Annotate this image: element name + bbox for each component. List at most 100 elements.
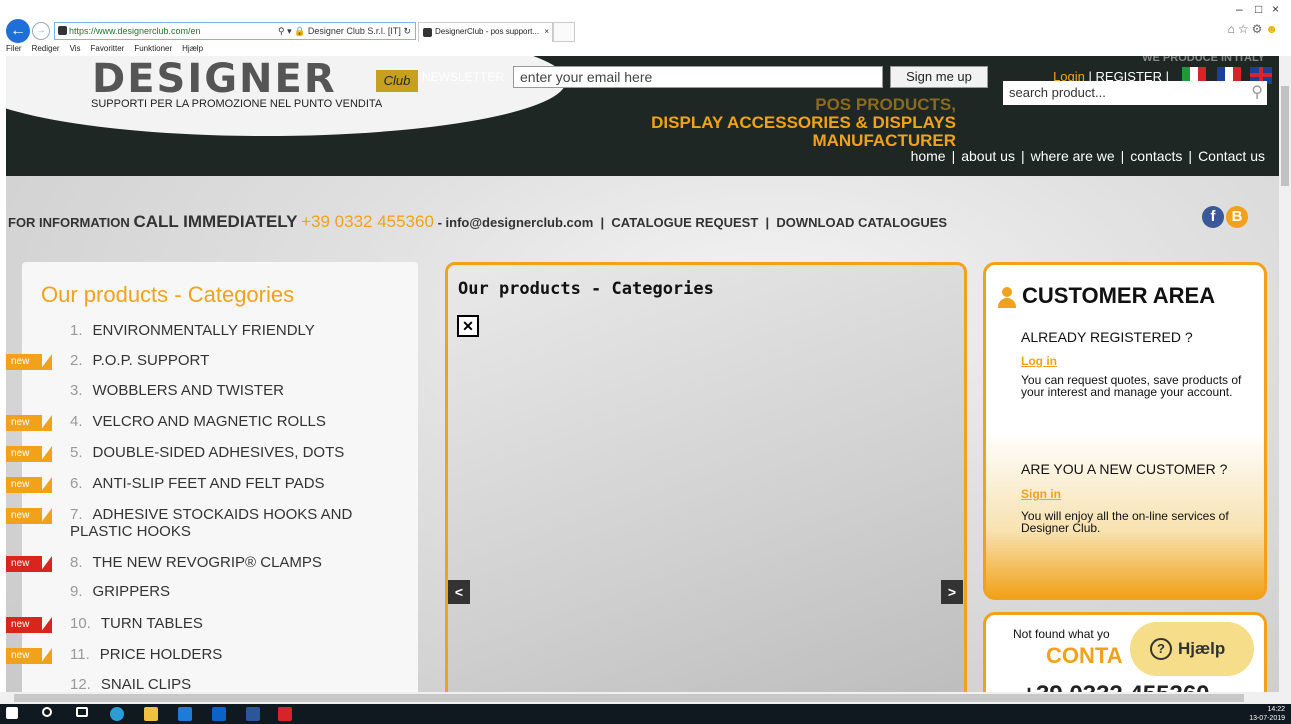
maximize-button[interactable]: □ xyxy=(1255,2,1262,16)
acrobat-icon[interactable] xyxy=(278,707,292,721)
browser-tab[interactable]: DesignerClub - pos support... × xyxy=(418,22,553,42)
slider-next-button[interactable]: > xyxy=(941,580,963,604)
facebook-icon[interactable]: f xyxy=(1202,206,1224,228)
category-item[interactable]: 10. TURN TABLES xyxy=(70,615,203,632)
contact-small-text: Not found what yo xyxy=(1013,627,1110,641)
task-view-icon[interactable] xyxy=(76,707,88,717)
horizontal-scrollbar[interactable] xyxy=(0,692,1291,704)
category-item-continued[interactable]: PLASTIC HOOKS xyxy=(70,523,191,540)
close-icon[interactable]: ✕ xyxy=(457,315,479,337)
we-produce-text: WE PRODUCE IN ITALY xyxy=(1142,56,1265,64)
category-item[interactable]: 1. ENVIRONMENTALLY FRIENDLY xyxy=(70,322,315,339)
download-catalogues-link[interactable]: DOWNLOAD CATALOGUES xyxy=(776,215,947,230)
minimize-button[interactable]: – xyxy=(1236,2,1243,16)
new-tab-button[interactable] xyxy=(553,22,575,42)
windows-start-icon[interactable] xyxy=(6,707,18,719)
help-button[interactable]: ? Hjælp xyxy=(1130,622,1254,676)
back-button[interactable]: ← xyxy=(6,19,30,43)
logo-subtitle: SUPPORTI PER LA PROMOZIONE NEL PUNTO VEN… xyxy=(91,98,383,110)
site-header: DESIGNER Club SUPPORTI PER LA PROMOZIONE… xyxy=(6,56,1279,176)
category-item[interactable]: 3. WOBBLERS AND TWISTER xyxy=(70,382,284,399)
info-email-link[interactable]: info@designerclub.com xyxy=(446,215,594,230)
info-bar: FOR INFORMATION CALL IMMEDIATELY +39 033… xyxy=(8,212,948,231)
new-customer-text: You will enjoy all the on-line services … xyxy=(1021,509,1229,535)
smiley-icon[interactable]: ☻ xyxy=(1265,22,1281,36)
new-badge: new xyxy=(6,354,52,370)
info-phone[interactable]: +39 0332 455360 xyxy=(301,212,434,231)
signin-link[interactable]: Sign in xyxy=(1021,487,1061,501)
tab-close-icon[interactable]: × xyxy=(544,23,549,41)
new-badge: new xyxy=(6,415,52,431)
nav-about-us[interactable]: about us xyxy=(961,148,1015,164)
nav-contact-us[interactable]: Contact us xyxy=(1198,148,1265,164)
web-page: DESIGNER Club SUPPORTI PER LA PROMOZIONE… xyxy=(6,56,1279,692)
new-badge: new xyxy=(6,446,52,462)
lock-icon: 🔒 xyxy=(294,26,306,36)
blogger-icon[interactable]: B xyxy=(1226,206,1248,228)
favorites-icon[interactable]: ☆ xyxy=(1238,22,1252,36)
menu-item-file[interactable]: Filer xyxy=(6,44,22,53)
logo-club: Club xyxy=(376,70,418,92)
category-item[interactable]: 12. SNAIL CLIPS xyxy=(70,676,191,692)
refresh-icon[interactable]: ↻ xyxy=(403,26,411,36)
close-window-button[interactable]: × xyxy=(1272,2,1279,16)
vertical-scrollbar[interactable] xyxy=(1279,56,1291,692)
menu-item-tools[interactable]: Funktioner xyxy=(134,44,172,53)
search-icon[interactable]: ⚲ ▾ xyxy=(278,26,292,36)
category-item[interactable]: 9. GRIPPERS xyxy=(70,583,170,600)
contact-phone[interactable]: +39 0332 455360 xyxy=(1022,681,1210,692)
slider-prev-button[interactable]: < xyxy=(448,580,470,604)
toolbar-icons: ⌂☆⚙☻ xyxy=(1228,22,1281,36)
catalogue-request-link[interactable]: CATALOGUE REQUEST xyxy=(611,215,758,230)
favicon-icon xyxy=(58,26,67,35)
already-registered-heading: ALREADY REGISTERED ? xyxy=(1021,329,1193,345)
search-icon[interactable]: ⚲ xyxy=(1251,81,1263,105)
word-icon[interactable] xyxy=(246,707,260,721)
menu-item-edit[interactable]: Rediger xyxy=(32,44,60,53)
file-explorer-icon[interactable] xyxy=(144,707,158,721)
new-badge: new xyxy=(6,477,52,493)
newsletter-signup-button[interactable]: Sign me up xyxy=(890,66,988,88)
nav-home[interactable]: home xyxy=(911,148,946,164)
forward-button[interactable]: → xyxy=(32,22,50,40)
browser-app-icon[interactable] xyxy=(110,707,124,721)
logo[interactable]: DESIGNER xyxy=(92,56,337,102)
menu-item-favorites[interactable]: Favoritter xyxy=(91,44,125,53)
search-icon[interactable] xyxy=(42,707,52,717)
help-icon: ? xyxy=(1150,638,1172,660)
product-search-input[interactable]: search product... ⚲ xyxy=(1003,81,1267,105)
login-link[interactable]: Log in xyxy=(1021,354,1057,368)
category-item[interactable]: 4. VELCRO AND MAGNETIC ROLLS xyxy=(70,413,326,430)
url-text: https://www.designerclub.com/en xyxy=(69,26,201,36)
clock[interactable]: 14:22 13-07-2019 xyxy=(1249,705,1285,723)
category-item[interactable]: 7. ADHESIVE STOCKAIDS HOOKS AND xyxy=(70,506,352,523)
site-identity[interactable]: Designer Club S.r.l. [IT] xyxy=(308,26,401,36)
user-icon xyxy=(998,287,1016,309)
home-icon[interactable]: ⌂ xyxy=(1228,22,1238,36)
internet-explorer-icon[interactable] xyxy=(178,707,192,721)
slider-title: Our products - Categories xyxy=(458,279,714,299)
customer-area-panel: CUSTOMER AREA ALREADY REGISTERED ? Log i… xyxy=(983,262,1267,600)
menu-bar: Filer Rediger Vis Favoritter Funktioner Hjælp xyxy=(0,44,1291,56)
new-badge: new xyxy=(6,556,52,572)
nav-contacts[interactable]: contacts xyxy=(1130,148,1182,164)
new-badge: new xyxy=(6,617,52,633)
contact-heading: CONTA xyxy=(1046,643,1123,668)
menu-item-help[interactable]: Hjælp xyxy=(182,44,203,53)
address-bar[interactable]: https://www.designerclub.com/en ⚲ ▾ 🔒 De… xyxy=(54,22,416,40)
favicon-icon xyxy=(423,28,432,37)
category-item[interactable]: 5. DOUBLE-SIDED ADHESIVES, DOTS xyxy=(70,444,344,461)
registered-text: You can request quotes, save products of… xyxy=(1021,373,1242,399)
outlook-icon[interactable] xyxy=(212,707,226,721)
settings-icon[interactable]: ⚙ xyxy=(1252,22,1266,36)
nav-where-are-we[interactable]: where are we xyxy=(1031,148,1115,164)
product-slider: Our products - Categories ✕ < > xyxy=(445,262,967,692)
category-item[interactable]: 2. P.O.P. SUPPORT xyxy=(70,352,209,369)
category-item[interactable]: 11. PRICE HOLDERS xyxy=(70,646,222,663)
windows-taskbar: 14:22 13-07-2019 xyxy=(0,704,1291,724)
newsletter-email-input[interactable]: enter your email here xyxy=(513,66,883,88)
menu-item-view[interactable]: Vis xyxy=(70,44,81,53)
category-item[interactable]: 8. THE NEW REVOGRIP® CLAMPS xyxy=(70,554,322,571)
new-badge: new xyxy=(6,508,52,524)
category-item[interactable]: 6. ANTI-SLIP FEET AND FELT PADS xyxy=(70,475,325,492)
